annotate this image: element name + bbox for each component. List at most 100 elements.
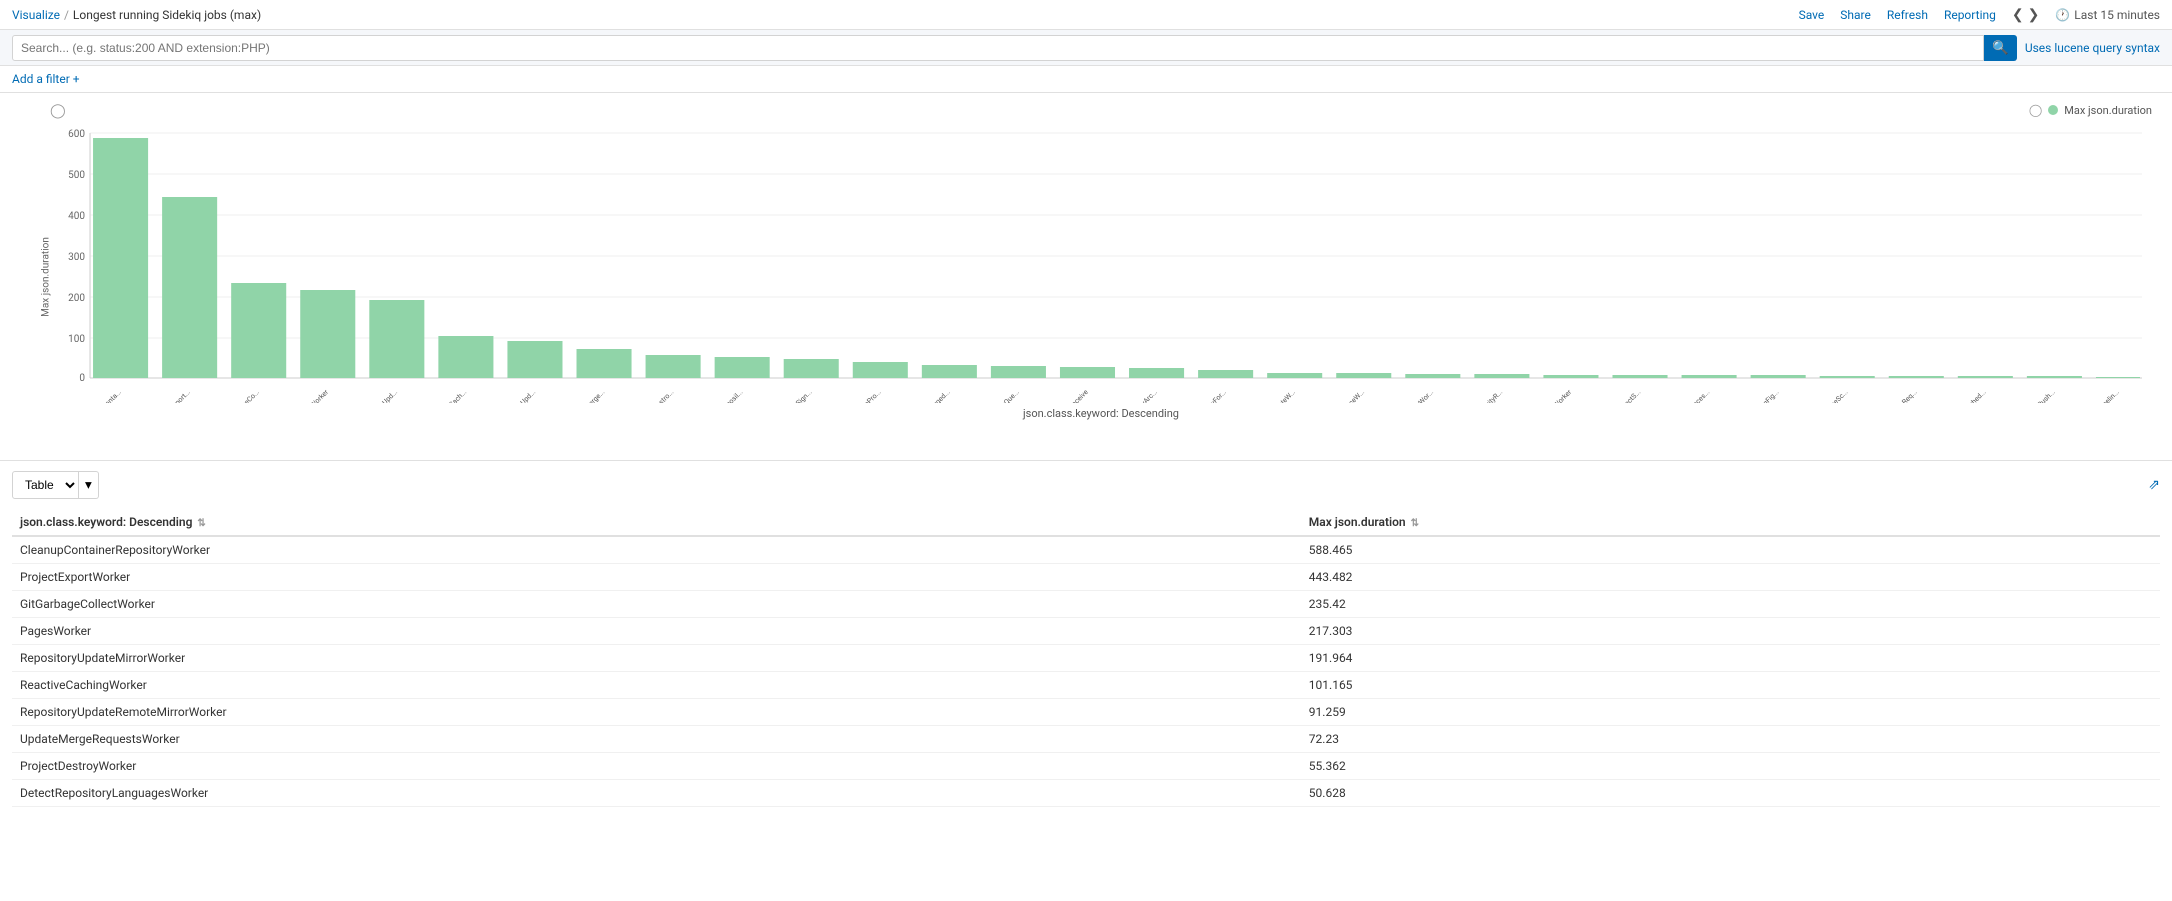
svg-text:DeleteUserWor...: DeleteUserWor...	[1393, 388, 1435, 403]
time-range[interactable]: 🕐 Last 15 minutes	[2055, 8, 2160, 22]
table-area: Table ▾ ⇗ json.class.keyword: Descending…	[0, 461, 2172, 817]
table-row: RepositoryUpdateMirrorWorker 191.964	[12, 645, 2160, 672]
bar-20[interactable]	[1405, 374, 1460, 378]
svg-text:200: 200	[68, 293, 85, 304]
legend-dot	[2048, 105, 2058, 115]
svg-text:500: 500	[68, 170, 85, 181]
sort-icon-keyword: ⇅	[197, 518, 205, 529]
bar-29[interactable]	[2027, 376, 2082, 378]
bar-11[interactable]	[784, 359, 839, 378]
breadcrumb: Visualize / Longest running Sidekiq jobs…	[12, 8, 261, 22]
search-input[interactable]	[12, 35, 1984, 61]
table-row: ProjectExportWorker 443.482	[12, 564, 2160, 591]
page-title: Longest running Sidekiq jobs (max)	[73, 8, 261, 22]
expand-table-icon[interactable]: ⇗	[2148, 477, 2160, 493]
chart-header: ◯ ◯ Max json.duration	[50, 103, 2152, 119]
bar-17[interactable]	[1198, 370, 1253, 378]
add-filter-button[interactable]: Add a filter +	[12, 72, 80, 86]
bar-28[interactable]	[1958, 376, 2013, 378]
bar-2[interactable]	[162, 197, 217, 378]
svg-text:DetectReposil...: DetectReposil...	[704, 388, 744, 403]
svg-text:0: 0	[79, 373, 85, 384]
bar-3[interactable]	[231, 283, 286, 378]
cell-keyword: RepositoryUpdateMirrorWorker	[12, 645, 1301, 672]
table-body: CleanupContainerRepositoryWorker 588.465…	[12, 536, 2160, 807]
clock-icon: 🕐	[2055, 8, 2070, 22]
bar-25[interactable]	[1751, 375, 1806, 378]
refresh-button[interactable]: Refresh	[1887, 8, 1928, 22]
col-duration-header[interactable]: Max json.duration ⇅	[1301, 509, 2160, 536]
share-button[interactable]: Share	[1840, 8, 1871, 22]
svg-text:StageUpdateW...: StageUpdateW...	[1255, 388, 1297, 403]
svg-text:MergeWorker: MergeWorker	[1538, 388, 1574, 403]
svg-text:EmailOnPush...: EmailOnPush...	[2018, 388, 2057, 403]
bar-26[interactable]	[1820, 376, 1875, 378]
reporting-button[interactable]: Reporting	[1944, 8, 1996, 22]
nav-prev-icon[interactable]: ❮	[2012, 7, 2024, 23]
cell-duration: 235.42	[1301, 591, 2160, 618]
table-row: PagesWorker 217.303	[12, 618, 2160, 645]
bar-10[interactable]	[715, 357, 770, 378]
legend-label: Max json.duration	[2064, 104, 2152, 117]
svg-text:UpdateMerge...: UpdateMerge...	[567, 388, 606, 403]
cell-duration: 443.482	[1301, 564, 2160, 591]
bar-24[interactable]	[1682, 375, 1737, 378]
bar-23[interactable]	[1612, 375, 1667, 378]
bar-22[interactable]	[1543, 375, 1598, 378]
bar-21[interactable]	[1474, 374, 1529, 378]
bar-7[interactable]	[507, 341, 562, 378]
bar-15[interactable]	[1060, 367, 1115, 378]
table-type-select: Table ▾	[12, 471, 99, 499]
table-row: CleanupContainerRepositoryWorker 588.465	[12, 536, 2160, 564]
chart-expand-right-icon[interactable]: ◯	[2029, 103, 2042, 117]
table-type-dropdown[interactable]: Table	[12, 471, 79, 499]
cell-keyword: RepositoryUpdateRemoteMirrorWorker	[12, 699, 1301, 726]
lucene-link[interactable]: Uses lucene query syntax	[2025, 41, 2160, 55]
chart-expand-icon[interactable]: ◯	[50, 103, 66, 119]
table-row: UpdateMergeRequestsWorker 72.23	[12, 726, 2160, 753]
bar-30[interactable]	[2096, 377, 2140, 378]
bar-27[interactable]	[1889, 376, 1944, 378]
nav-arrows: ❮ ❯	[2012, 7, 2039, 23]
svg-text:CleanupConta...: CleanupConta...	[82, 388, 123, 403]
bar-1[interactable]	[93, 138, 148, 378]
bar-18[interactable]	[1267, 373, 1322, 378]
svg-text:RepositoryUpd...: RepositoryUpd...	[357, 388, 399, 403]
svg-text:RunPipelineSc...: RunPipelineSc...	[1808, 388, 1849, 403]
bar-9[interactable]	[646, 355, 701, 378]
nav-next-icon[interactable]: ❯	[2028, 7, 2040, 23]
bar-4[interactable]	[300, 290, 355, 378]
search-bar: 🔍 Uses lucene query syntax	[0, 30, 2172, 66]
bar-13[interactable]	[922, 365, 977, 378]
svg-text:ProjectDestro...: ProjectDestro...	[636, 388, 676, 403]
save-button[interactable]: Save	[1799, 8, 1825, 22]
svg-text:RepositoryArc...: RepositoryArc...	[1118, 388, 1159, 403]
svg-text:400: 400	[68, 211, 85, 222]
search-button[interactable]: 🔍	[1984, 35, 2017, 61]
table-row: ReactiveCachingWorker 101.165	[12, 672, 2160, 699]
cell-keyword: DetectRepositoryLanguagesWorker	[12, 780, 1301, 807]
bar-19[interactable]	[1336, 373, 1391, 378]
bar-12[interactable]	[853, 362, 908, 378]
cell-duration: 91.259	[1301, 699, 2160, 726]
bar-8[interactable]	[577, 349, 632, 378]
chart-container: 600 500 400 300 200 100 0 CleanupConta..…	[50, 123, 2152, 403]
table-row: RepositoryUpdateRemoteMirrorWorker 91.25…	[12, 699, 2160, 726]
bar-14[interactable]	[991, 366, 1046, 378]
svg-text:DeleteMerged...: DeleteMerged...	[911, 388, 951, 403]
svg-text:PagesWorker: PagesWorker	[295, 388, 330, 403]
bar-16[interactable]	[1129, 368, 1184, 378]
svg-text:ActiveJob::Que...: ActiveJob::Que...	[978, 388, 1021, 403]
cell-keyword: GitGarbageCollectWorker	[12, 591, 1301, 618]
table-type-dropdown-btn[interactable]: ▾	[79, 471, 99, 499]
svg-text:PipelineSched...: PipelineSched...	[1947, 388, 1988, 403]
svg-text:300: 300	[68, 252, 85, 263]
cell-duration: 101.165	[1301, 672, 2160, 699]
header: Visualize / Longest running Sidekiq jobs…	[0, 0, 2172, 30]
breadcrumb-visualize-link[interactable]: Visualize	[12, 8, 60, 22]
svg-text:PostReceive: PostReceive	[1057, 388, 1090, 403]
bar-5[interactable]	[369, 300, 424, 378]
col-keyword-header[interactable]: json.class.keyword: Descending ⇅	[12, 509, 1301, 536]
svg-text:InvalidGpgFig...: InvalidGpgFig...	[1741, 388, 1781, 403]
bar-6[interactable]	[438, 336, 493, 378]
